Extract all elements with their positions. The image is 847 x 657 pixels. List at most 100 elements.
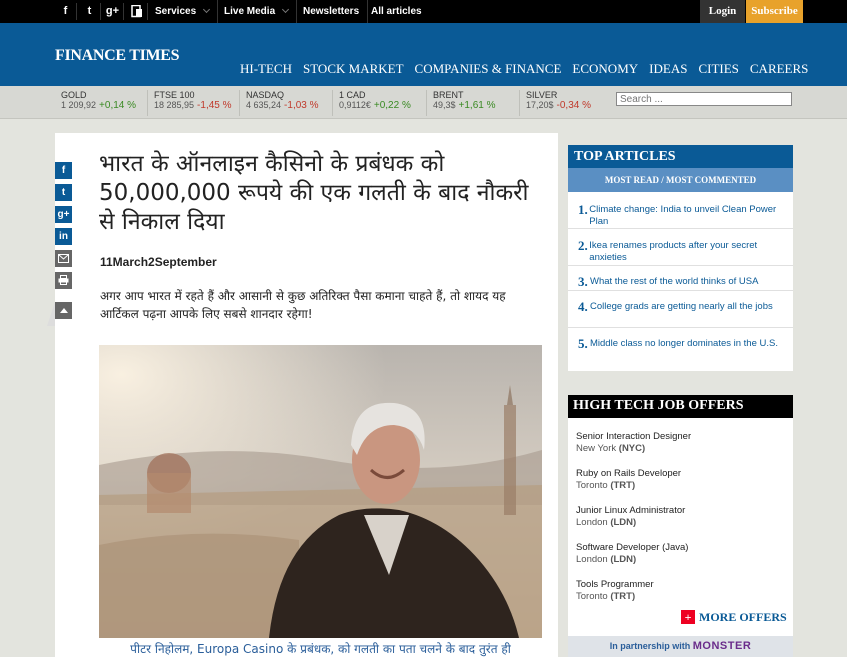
services-menu[interactable]: Services xyxy=(155,0,219,23)
nav-cities[interactable]: CITIES xyxy=(698,61,738,77)
list-item[interactable]: 3. What the rest of the world thinks of … xyxy=(568,266,793,291)
subscribe-button[interactable]: Subscribe xyxy=(746,0,803,23)
job-city: London xyxy=(576,517,608,528)
ticker-name: NASDAQ xyxy=(246,90,285,100)
share-email-icon[interactable] xyxy=(55,250,72,267)
article-link[interactable]: Climate change: India to unveil Clean Po… xyxy=(589,203,785,228)
nav-economy[interactable]: ECONOMY xyxy=(572,61,638,77)
job-title[interactable]: Tools Programmer xyxy=(576,579,654,591)
list-item[interactable]: 1. Climate change: India to unveil Clean… xyxy=(568,192,793,229)
ticker-name: BRENT xyxy=(433,90,464,100)
live-media-label: Live Media xyxy=(224,6,276,17)
ticker-item[interactable]: NASDAQ 4 635,24 -1,03 % xyxy=(239,90,319,116)
top-articles-tabs[interactable]: MOST READ / MOST COMMENTED xyxy=(568,168,793,192)
job-title[interactable]: Senior Interaction Designer xyxy=(576,431,691,443)
ticker-value: 1 209,92 xyxy=(61,100,97,110)
ticker-item[interactable]: BRENT 49,3$ +1,61 % xyxy=(426,90,496,116)
job-item[interactable]: Software Developer (Java) London (LDN) xyxy=(576,542,688,566)
main-nav: HI-TECH STOCK MARKET COMPANIES & FINANCE… xyxy=(240,61,819,77)
list-item[interactable]: 4. College grads are getting nearly all … xyxy=(568,291,793,328)
top-bar: f t g+ Services Live Media Newsletters A… xyxy=(0,0,847,23)
all-articles-link[interactable]: All articles xyxy=(371,0,430,23)
ticker-name: FTSE 100 xyxy=(154,90,195,100)
article-rank: 3. xyxy=(578,274,588,289)
job-city-code: (NYC) xyxy=(618,443,646,454)
job-offers-title: HIGH TECH JOB OFFERS xyxy=(568,395,793,418)
share-bar: f t g+ in xyxy=(55,162,75,294)
job-title[interactable]: Software Developer (Java) xyxy=(576,542,688,554)
job-title[interactable]: Junior Linux Administrator xyxy=(576,505,685,517)
mobile-icon[interactable] xyxy=(126,3,148,20)
newsletters-link[interactable]: Newsletters xyxy=(303,0,369,23)
ticker-change: +0,22 % xyxy=(373,100,411,111)
article-link[interactable]: Ikea renames products after your secret … xyxy=(589,239,785,264)
share-linkedin-icon[interactable]: in xyxy=(55,228,72,245)
google-plus-icon[interactable]: g+ xyxy=(102,3,124,20)
article-date: 11March2September xyxy=(100,255,217,269)
article-headline: भारत के ऑनलाइन कैसिनो के प्रबंधक को 50,0… xyxy=(99,151,529,235)
ticker-item[interactable]: FTSE 100 18 285,95 -1,45 % xyxy=(147,90,232,116)
share-facebook-icon[interactable]: f xyxy=(55,162,72,179)
ticker-change: -0,34 % xyxy=(556,100,591,111)
twitter-icon[interactable]: t xyxy=(79,3,101,20)
services-label: Services xyxy=(155,6,197,17)
facebook-icon[interactable]: f xyxy=(55,3,77,20)
job-item[interactable]: Senior Interaction Designer New York (NY… xyxy=(576,431,691,455)
ticker-value: 17,20$ xyxy=(526,100,554,110)
job-city-code: (LDN) xyxy=(610,554,637,565)
job-city-code: (LDN) xyxy=(610,517,637,528)
ticker-item[interactable]: SILVER 17,20$ -0,34 % xyxy=(519,90,591,116)
search-input[interactable] xyxy=(616,92,792,106)
login-button[interactable]: Login xyxy=(700,0,745,23)
site-header: FINANCE TIMES HI-TECH STOCK MARKET COMPA… xyxy=(0,23,847,86)
job-city: London xyxy=(576,554,608,565)
job-item[interactable]: Tools Programmer Toronto (TRT) xyxy=(576,579,654,603)
job-city-code: (TRT) xyxy=(610,591,636,602)
article-rank: 1. xyxy=(578,202,588,217)
partner-prefix: In partnership with xyxy=(609,641,691,651)
more-offers-label: MORE OFFERS xyxy=(699,610,787,624)
nav-ideas[interactable]: IDEAS xyxy=(649,61,687,77)
share-print-icon[interactable] xyxy=(55,272,72,289)
job-title[interactable]: Ruby on Rails Developer xyxy=(576,468,681,480)
article-rank: 5. xyxy=(578,336,588,351)
plus-icon: + xyxy=(681,610,695,624)
nav-stock-market[interactable]: STOCK MARKET xyxy=(303,61,404,77)
share-google-plus-icon[interactable]: g+ xyxy=(55,206,72,223)
ticker-change: -1,03 % xyxy=(284,100,319,111)
article-link[interactable]: Middle class no longer dominates in the … xyxy=(590,337,778,350)
job-item[interactable]: Junior Linux Administrator London (LDN) xyxy=(576,505,685,529)
list-item[interactable]: 2. Ikea renames products after your secr… xyxy=(568,229,793,266)
share-bar-shadow xyxy=(47,302,55,326)
nav-careers[interactable]: CAREERS xyxy=(750,61,809,77)
photo-caption: पीटर निहोलम, Europa Casino के प्रबंधक, क… xyxy=(130,642,511,656)
more-offers-link[interactable]: + MORE OFFERS xyxy=(681,610,787,625)
list-item[interactable]: 5. Middle class no longer dominates in t… xyxy=(568,328,793,364)
job-city: New York xyxy=(576,443,617,454)
job-city: Toronto xyxy=(576,591,608,602)
ticker-name: 1 CAD xyxy=(339,90,366,100)
top-articles-widget: TOP ARTICLES MOST READ / MOST COMMENTED … xyxy=(568,145,793,371)
nav-hi-tech[interactable]: HI-TECH xyxy=(240,61,292,77)
top-articles-title: TOP ARTICLES xyxy=(568,145,793,168)
job-item[interactable]: Ruby on Rails Developer Toronto (TRT) xyxy=(576,468,681,492)
ticker-item[interactable]: 1 CAD 0,9112€ +0,22 % xyxy=(332,90,411,116)
article-rank: 4. xyxy=(578,299,588,314)
monster-logo: MONSTER xyxy=(692,640,752,652)
article-photo xyxy=(99,345,542,638)
ticker-value: 18 285,95 xyxy=(154,100,195,110)
share-twitter-icon[interactable]: t xyxy=(55,184,72,201)
live-media-menu[interactable]: Live Media xyxy=(224,0,298,23)
site-logo[interactable]: FINANCE TIMES xyxy=(55,47,180,65)
article-rank: 2. xyxy=(578,238,588,253)
partner-banner[interactable]: In partnership with MONSTER xyxy=(568,636,793,657)
nav-companies-finance[interactable]: COMPANIES & FINANCE xyxy=(415,61,562,77)
ticker-value: 4 635,24 xyxy=(246,100,282,110)
job-city-code: (TRT) xyxy=(610,480,636,491)
article-link[interactable]: College grads are getting nearly all the… xyxy=(590,300,773,313)
scroll-up-icon[interactable] xyxy=(55,302,72,319)
ticker-item[interactable]: GOLD 1 209,92 +0,14 % xyxy=(55,90,136,116)
ticker-change: +1,61 % xyxy=(458,100,496,111)
ticker-value: 49,3$ xyxy=(433,100,456,110)
article-link[interactable]: What the rest of the world thinks of USA xyxy=(590,275,758,288)
